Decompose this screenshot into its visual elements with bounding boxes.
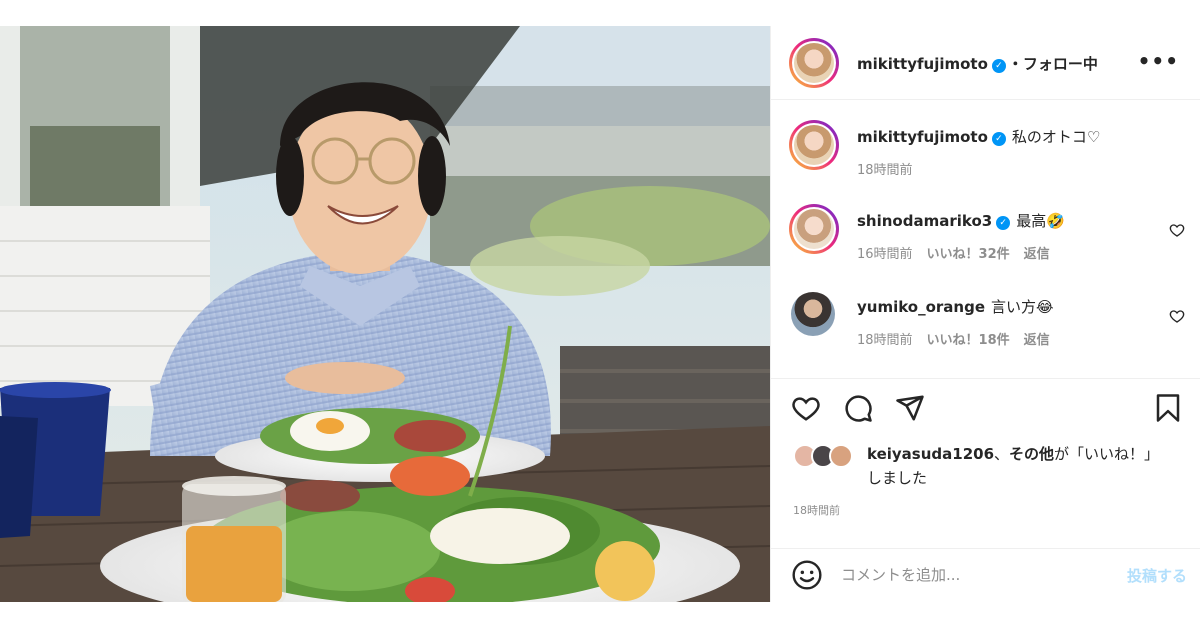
- comment-text: 言い方😂: [991, 298, 1054, 316]
- comment-body: yumiko_orange 言い方😂: [857, 296, 1054, 317]
- verified-icon: ✓: [991, 59, 1006, 73]
- follow-status[interactable]: ・フォロー中: [1008, 55, 1098, 73]
- comment-time[interactable]: 16時間前: [857, 247, 913, 262]
- comment-username[interactable]: yumiko_orange: [857, 298, 985, 316]
- caption-body: mikittyfujimoto ✓ 私のオトコ♡: [857, 126, 1100, 147]
- add-comment-bar: 投稿する: [771, 548, 1200, 602]
- caption-avatar[interactable]: [789, 120, 839, 170]
- comment-avatar-image: [794, 209, 834, 249]
- comment-time[interactable]: 18時間前: [857, 333, 913, 348]
- comment-meta: 18時間前 いいね！18件 返信: [857, 329, 1064, 348]
- comment-likes[interactable]: いいね！18件: [927, 333, 1010, 348]
- post-header: mikittyfujimoto ✓ ・フォロー中 •••: [771, 26, 1200, 100]
- comment-text: 最高🤣: [1016, 212, 1065, 230]
- liked-by-text: keiyasuda1206、その他が「いいね！」しました: [867, 442, 1157, 490]
- caption-avatar-inner: [792, 123, 836, 167]
- post-button[interactable]: 投稿する: [1127, 565, 1187, 586]
- caption-username[interactable]: mikittyfujimoto: [857, 128, 988, 146]
- caption-avatar-image: [794, 125, 834, 165]
- reply-button[interactable]: 返信: [1024, 247, 1050, 262]
- reply-button[interactable]: 返信: [1024, 333, 1050, 348]
- emoji-icon[interactable]: [791, 559, 823, 591]
- author-avatar-inner: [792, 41, 836, 85]
- verified-icon: ✓: [991, 132, 1006, 146]
- comment-heart-icon[interactable]: [1169, 308, 1185, 324]
- comment-avatar-inner: [792, 207, 836, 251]
- post-photo[interactable]: [0, 26, 770, 602]
- header-name-row: mikittyfujimoto ✓ ・フォロー中: [857, 53, 1098, 74]
- avatar: [829, 444, 853, 468]
- bookmark-icon[interactable]: [1153, 393, 1183, 423]
- post-photo-illustration: [0, 26, 770, 602]
- comment-avatar[interactable]: [789, 204, 839, 254]
- liked-by-avatars[interactable]: [793, 444, 863, 470]
- comment-body: shinodamariko3 ✓ 最高🤣: [857, 210, 1065, 231]
- comment-heart-icon[interactable]: [1169, 222, 1185, 238]
- post-sidebar: mikittyfujimoto ✓ ・フォロー中 ••• mikittyfujimo…: [770, 26, 1200, 602]
- author-avatar-image: [794, 43, 834, 83]
- liked-by-user[interactable]: keiyasuda1206: [867, 445, 994, 463]
- comment-avatar[interactable]: [791, 292, 835, 336]
- more-horizontal-icon[interactable]: •••: [1138, 49, 1179, 73]
- comment-username[interactable]: shinodamariko3: [857, 212, 992, 230]
- action-bar: [771, 378, 1200, 434]
- share-icon[interactable]: [895, 393, 925, 423]
- caption-time[interactable]: 18時間前: [857, 163, 913, 178]
- post-timestamp[interactable]: 18時間前: [793, 502, 840, 518]
- liked-by-others[interactable]: その他: [1009, 445, 1054, 463]
- liked-by-sep: 、: [994, 445, 1010, 463]
- caption-text: 私のオトコ♡: [1011, 128, 1101, 146]
- comment-icon[interactable]: [843, 393, 873, 423]
- caption-meta: 18時間前: [857, 159, 927, 178]
- author-avatar[interactable]: [789, 38, 839, 88]
- verified-icon: ✓: [996, 216, 1011, 230]
- author-username[interactable]: mikittyfujimoto: [857, 55, 988, 73]
- comment-likes[interactable]: いいね！32件: [927, 247, 1010, 262]
- comment-input[interactable]: [841, 561, 1091, 589]
- heart-icon[interactable]: [791, 393, 821, 423]
- comment-meta: 16時間前 いいね！32件 返信: [857, 243, 1064, 262]
